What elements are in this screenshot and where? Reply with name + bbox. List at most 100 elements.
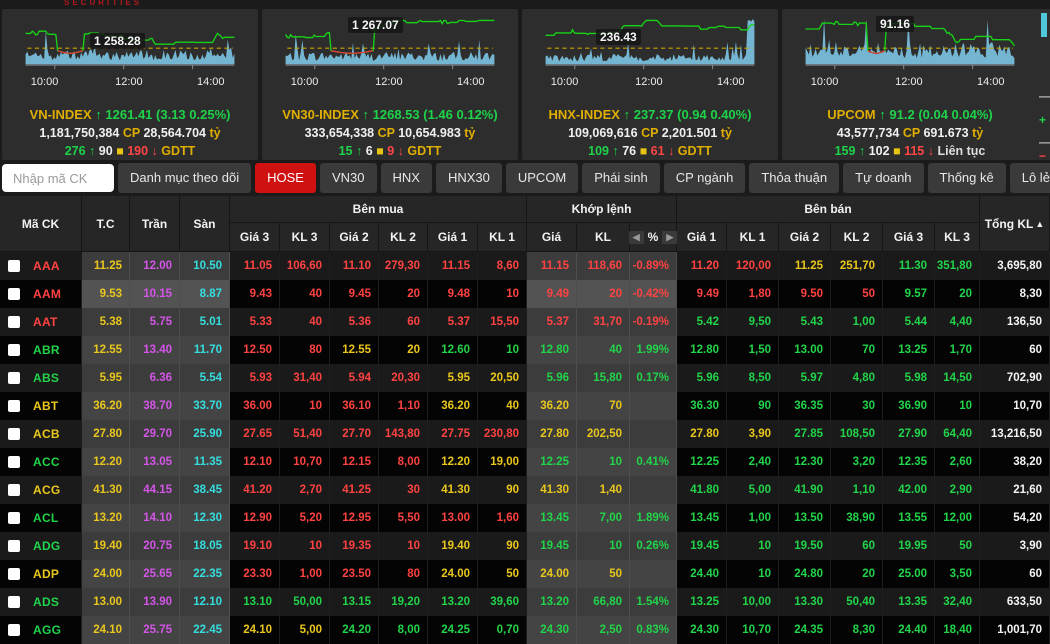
sell-cell[interactable]: 12,00 [935,504,980,532]
buy-cell[interactable]: 36.20 [428,392,478,420]
sell-cell[interactable]: 24.35 [779,616,831,644]
sell-cell[interactable]: 36.35 [779,392,831,420]
match-cell[interactable]: 0.26% [630,532,677,560]
sell-cell[interactable]: 36.90 [883,392,935,420]
ceiling-price-cell[interactable]: 25.75 [130,616,180,644]
match-cell[interactable]: 10 [577,532,630,560]
match-cell[interactable]: 5.37 [527,308,577,336]
sell-cell[interactable]: 25.00 [883,560,935,588]
buy-cell[interactable]: 10 [478,336,527,364]
sell-cell[interactable]: 108,50 [831,420,883,448]
stock-symbol[interactable]: AAA [33,252,60,280]
buy-cell[interactable]: 30 [379,476,428,504]
ceiling-price-cell[interactable]: 38.70 [130,392,180,420]
col-header-tc[interactable]: T.C [82,196,130,252]
buy-cell[interactable]: 13.10 [230,588,280,616]
sell-cell[interactable]: 41.80 [677,476,727,504]
sell-cell[interactable]: 13.00 [779,336,831,364]
symbol-cell[interactable]: ABS [0,364,82,392]
match-cell[interactable]: 1.54% [630,588,677,616]
sell-cell[interactable]: 5.98 [883,364,935,392]
match-cell[interactable]: 12.80 [527,336,577,364]
buy-cell[interactable]: 31,40 [280,364,330,392]
stock-symbol[interactable]: AAM [33,280,61,308]
row-checkbox[interactable] [8,400,20,412]
sell-cell[interactable]: 1,00 [831,308,883,336]
total-volume-cell[interactable]: 136,50 [980,308,1050,336]
ref-price-cell[interactable]: 24.00 [82,560,130,588]
buy-cell[interactable]: 39,60 [478,588,527,616]
buy-cell[interactable]: 24.25 [428,616,478,644]
buy-cell[interactable]: 12.50 [230,336,280,364]
match-cell[interactable] [630,560,677,588]
sell-cell[interactable]: 60 [831,532,883,560]
symbol-cell[interactable]: ACC [0,448,82,476]
match-cell[interactable]: 9.49 [527,280,577,308]
symbol-search[interactable] [2,164,114,192]
buy-cell[interactable]: 23.30 [230,560,280,588]
match-cell[interactable]: 31,70 [577,308,630,336]
col-header-sell-2[interactable]: KL 1 [727,223,779,252]
match-cell[interactable]: 1.99% [630,336,677,364]
match-cell[interactable]: 66,80 [577,588,630,616]
sell-cell[interactable]: 41.90 [779,476,831,504]
sell-cell[interactable]: 24.40 [883,616,935,644]
floor-price-cell[interactable]: 25.90 [180,420,230,448]
sell-cell[interactable]: 12.25 [677,448,727,476]
sell-cell[interactable]: 13.25 [883,336,935,364]
buy-cell[interactable]: 13.20 [428,588,478,616]
buy-cell[interactable]: 50,00 [280,588,330,616]
total-volume-cell[interactable]: 702,90 [980,364,1050,392]
sell-cell[interactable]: 50 [831,280,883,308]
tab-tự-doanh[interactable]: Tự doanh [843,163,924,193]
sell-cell[interactable]: 1,00 [727,504,779,532]
buy-cell[interactable]: 23.50 [330,560,379,588]
total-volume-cell[interactable]: 54,20 [980,504,1050,532]
floor-price-cell[interactable]: 22.45 [180,616,230,644]
ref-price-cell[interactable]: 19.40 [82,532,130,560]
ceiling-price-cell[interactable]: 13.05 [130,448,180,476]
buy-cell[interactable]: 41.30 [428,476,478,504]
ceiling-price-cell[interactable]: 12.00 [130,252,180,280]
buy-cell[interactable]: 10 [280,532,330,560]
sell-cell[interactable]: 351,80 [935,252,980,280]
buy-cell[interactable]: 8,00 [379,616,428,644]
sell-cell[interactable]: 9.49 [677,280,727,308]
buy-cell[interactable]: 5,50 [379,504,428,532]
index-panel-upcom[interactable]: 91.16 10:00 12:00 14:00 UPCOM ↑ 91.2 (0.04 0… [782,9,1038,160]
buy-cell[interactable]: 11.10 [330,252,379,280]
partial-index-panel[interactable]: — + — − [1038,9,1050,163]
col-header-sell-6[interactable]: KL 3 [935,223,980,252]
tab-phái-sinh[interactable]: Phái sinh [582,163,660,193]
sell-cell[interactable]: 12.35 [883,448,935,476]
sell-cell[interactable]: 70 [831,336,883,364]
sell-cell[interactable]: 11.20 [677,252,727,280]
floor-price-cell[interactable]: 10.50 [180,252,230,280]
tab-hnx[interactable]: HNX [380,163,432,193]
floor-price-cell[interactable]: 22.35 [180,560,230,588]
match-cell[interactable]: -0.89% [630,252,677,280]
percent-next-arrow-icon[interactable]: ▶ [662,230,678,244]
col-header-buy-1[interactable]: Giá 3 [230,223,280,252]
sell-cell[interactable]: 8,50 [727,364,779,392]
sell-cell[interactable]: 2,60 [935,448,980,476]
index-panel-vn30-index[interactable]: 1 267.07 10:00 12:00 14:00 VN30-INDEX ↑ 1268… [262,9,518,160]
sell-cell[interactable]: 9.50 [779,280,831,308]
buy-cell[interactable]: 2,70 [280,476,330,504]
match-cell[interactable]: 1.89% [630,504,677,532]
buy-cell[interactable]: 15,50 [478,308,527,336]
sell-cell[interactable]: 4,80 [831,364,883,392]
buy-cell[interactable]: 36.00 [230,392,280,420]
sell-cell[interactable]: 1,50 [727,336,779,364]
buy-cell[interactable]: 12.10 [230,448,280,476]
ceiling-price-cell[interactable]: 5.75 [130,308,180,336]
ceiling-price-cell[interactable]: 14.10 [130,504,180,532]
buy-cell[interactable]: 5,00 [280,616,330,644]
col-header-sell-3[interactable]: Giá 2 [779,223,831,252]
symbol-search-input[interactable] [11,169,111,187]
col-header-match-1[interactable]: Giá [527,223,577,252]
buy-cell[interactable]: 1,60 [478,504,527,532]
sell-cell[interactable]: 12.80 [677,336,727,364]
tab-hnx30[interactable]: HNX30 [435,163,502,193]
ref-price-cell[interactable]: 11.25 [82,252,130,280]
